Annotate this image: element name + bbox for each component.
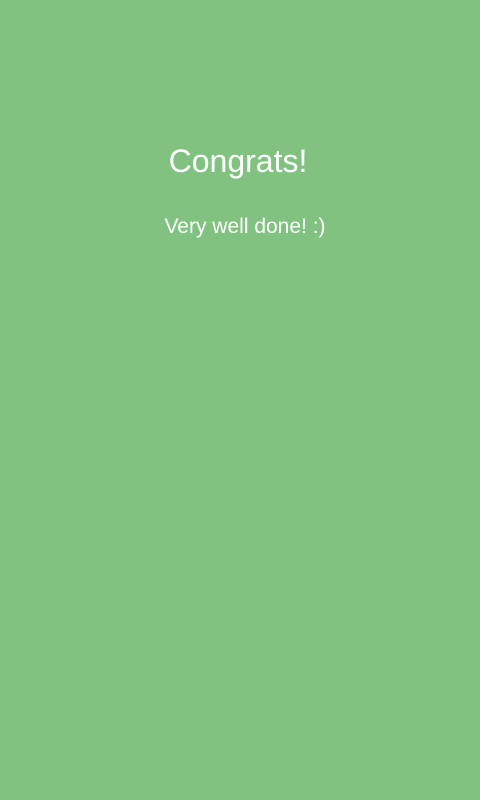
congrats-screen: Congrats! Very well done! :) xyxy=(0,0,480,800)
congrats-message: Very well done! :) xyxy=(164,215,326,238)
congrats-title: Congrats! xyxy=(168,143,308,179)
